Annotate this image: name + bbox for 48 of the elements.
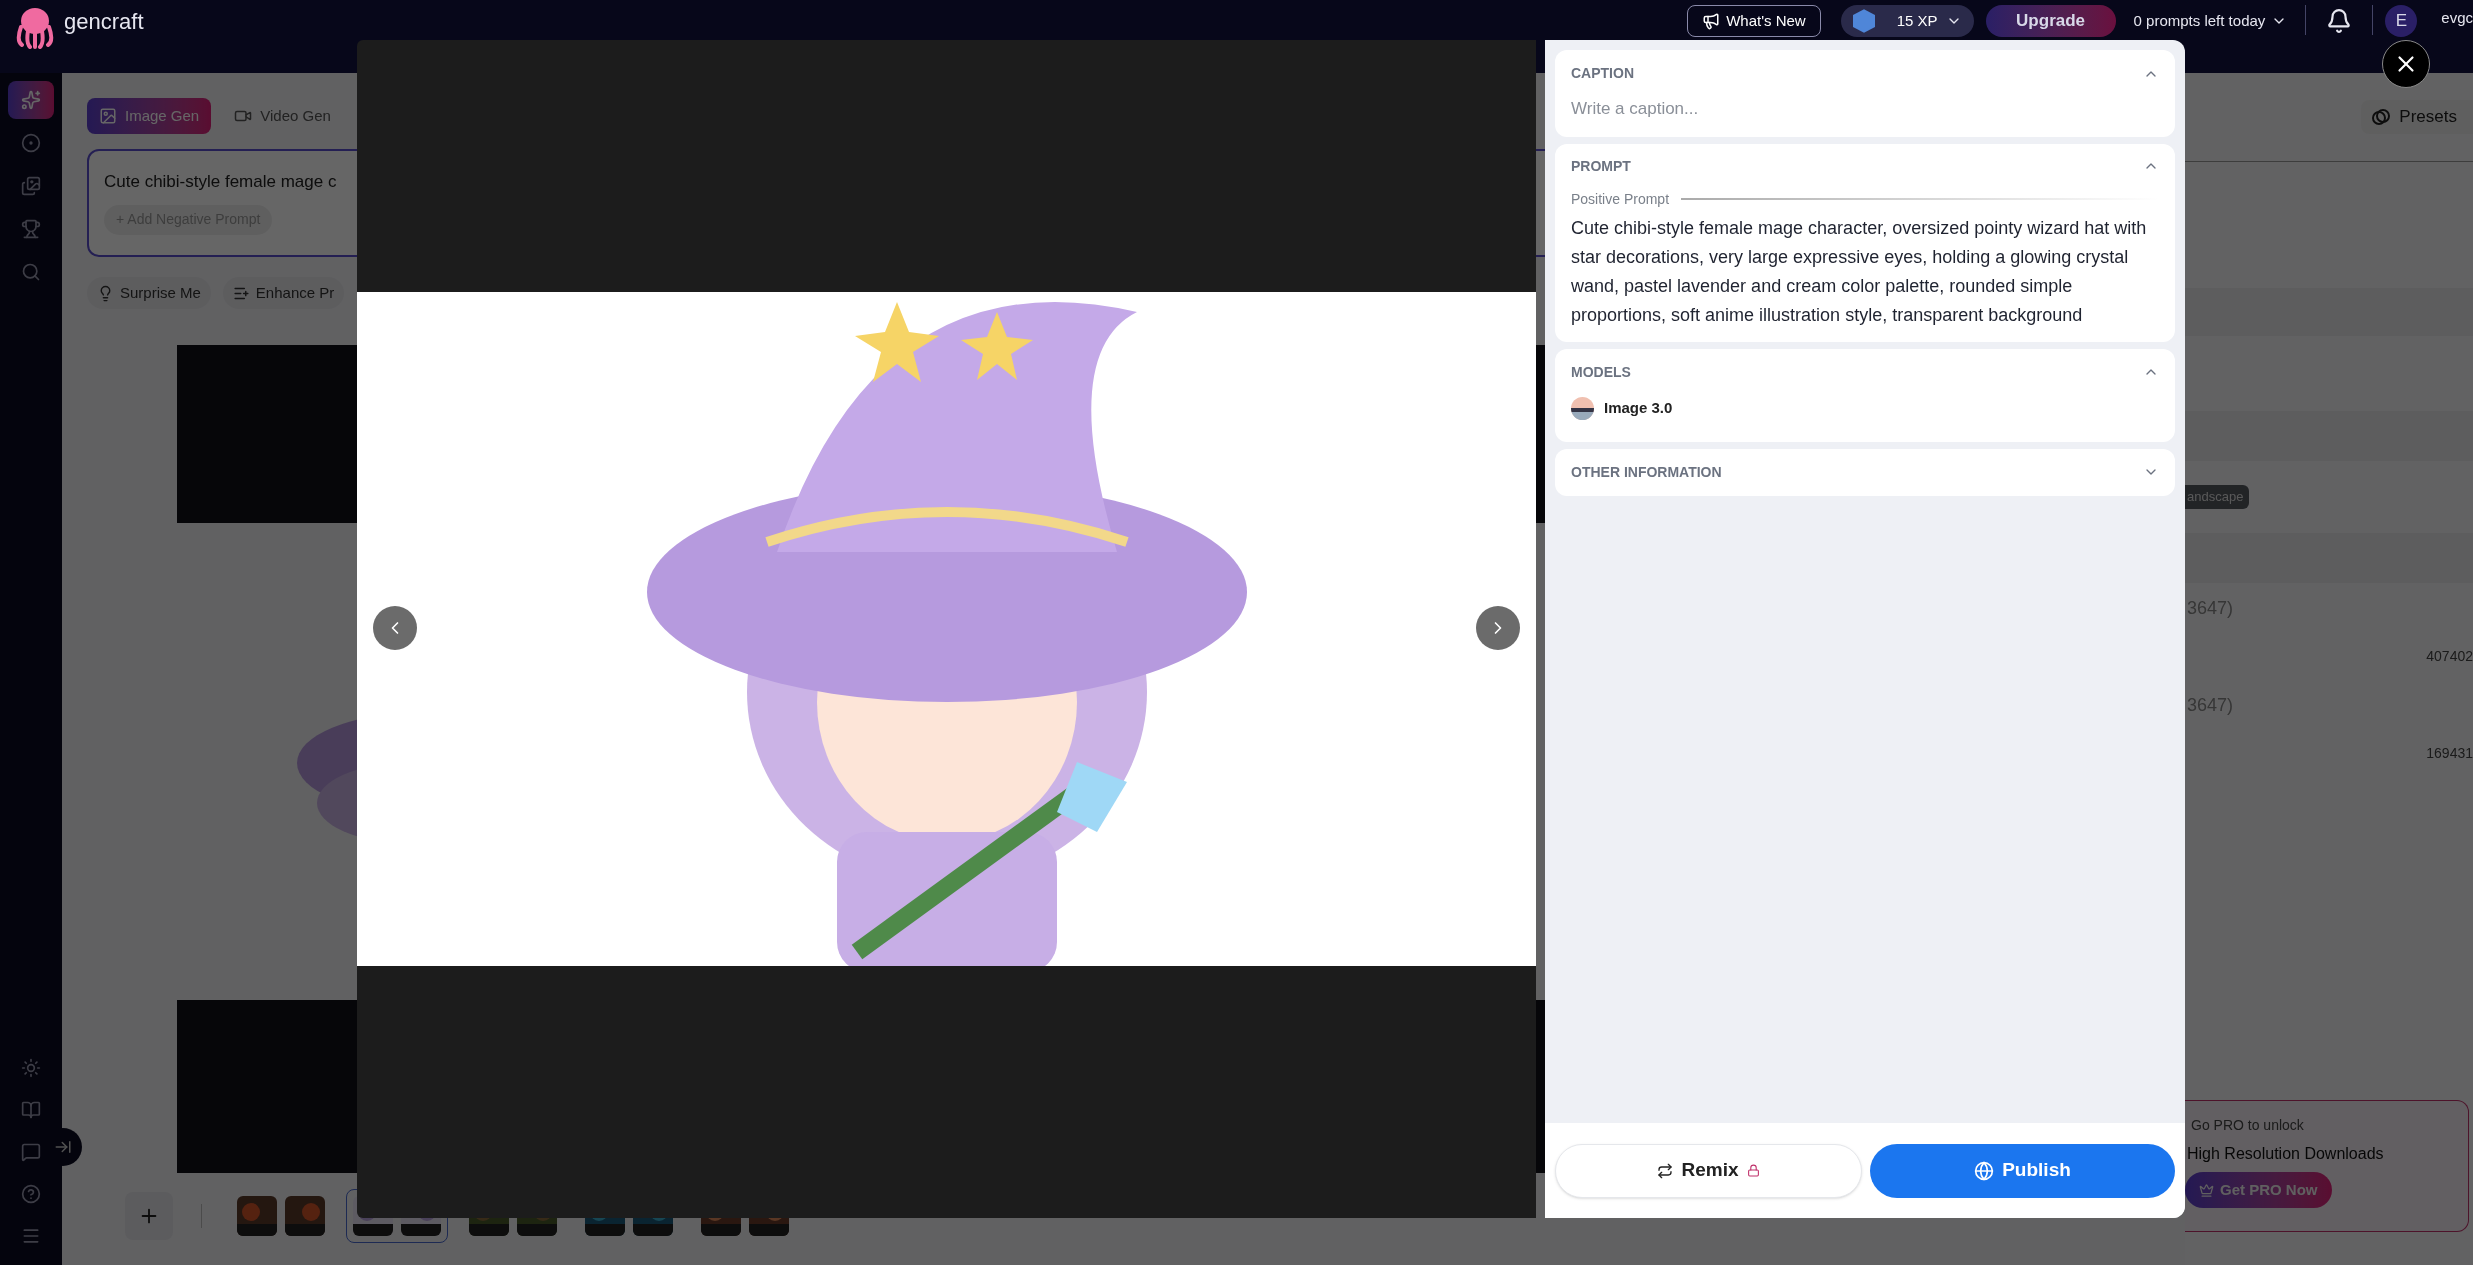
list-item-value: 407402 bbox=[2426, 647, 2473, 666]
prompt-subtitle: Positive Prompt bbox=[1571, 189, 1670, 209]
prompt-body: Cute chibi-style female mage character, oversized pointy wizard hat with star decorations, very large expressive eyes, holding a glowing crystal wand, pastel lavender and cream color palette, rounded simple proportions, soft anime illustration style, transparent background bbox=[1571, 216, 2148, 327]
search-icon bbox=[21, 262, 41, 282]
sparkles-icon bbox=[21, 90, 41, 110]
section-header[interactable]: PROMPT bbox=[1571, 155, 2159, 177]
prompts-left-dropdown[interactable]: 0 prompts left today bbox=[2127, 5, 2294, 37]
overlapping-circles-icon bbox=[2371, 107, 2392, 127]
username: evgc bbox=[2441, 8, 2473, 28]
menu-icon[interactable] bbox=[21, 1226, 41, 1246]
section-header[interactable]: CAPTION bbox=[1571, 63, 2159, 84]
whats-new-button[interactable]: What's New bbox=[1687, 5, 1821, 37]
images-icon bbox=[21, 176, 41, 196]
sun-icon[interactable] bbox=[21, 1058, 41, 1078]
chat-icon[interactable] bbox=[21, 1142, 41, 1162]
list-item-value: 169431 bbox=[2426, 744, 2473, 763]
circle-dot-icon bbox=[21, 133, 41, 153]
image-icon bbox=[99, 107, 117, 125]
promo-feature: High Resolution Downloads bbox=[2186, 1144, 2384, 1164]
add-button[interactable] bbox=[125, 1192, 173, 1240]
book-icon[interactable] bbox=[21, 1100, 41, 1120]
help-icon[interactable] bbox=[21, 1184, 41, 1204]
bell-icon[interactable] bbox=[2326, 8, 2353, 34]
megaphone-icon bbox=[1702, 12, 1721, 30]
section-header[interactable]: OTHER INFORMATION bbox=[1571, 461, 2159, 483]
mode-tab[interactable]: Video Gen bbox=[222, 98, 343, 134]
model-name: Image 3.0 bbox=[1604, 397, 1673, 418]
details-section[interactable]: CAPTION Write a caption... bbox=[1555, 50, 2175, 137]
section-header[interactable]: MODELS bbox=[1571, 361, 2159, 383]
trophy-icon bbox=[21, 219, 41, 239]
repeat-icon bbox=[1657, 1162, 1674, 1179]
presets-button[interactable]: Presets bbox=[2361, 100, 2473, 134]
crown-icon bbox=[2199, 1182, 2214, 1198]
logo-text: gencraft bbox=[64, 8, 144, 36]
sidebar-item[interactable] bbox=[8, 81, 54, 119]
arrow-to-line-icon bbox=[54, 1138, 72, 1156]
promo-text: Go PRO to unlock bbox=[2190, 1116, 2304, 1135]
publish-button[interactable]: Publish bbox=[1870, 1143, 2175, 1198]
globe-icon bbox=[1974, 1160, 1995, 1181]
upgrade-button[interactable]: Upgrade bbox=[1985, 5, 2116, 37]
avatar[interactable]: E bbox=[2385, 5, 2418, 37]
xp-button[interactable]: 15 XP bbox=[1840, 5, 1974, 37]
prompt-action-button[interactable]: Enhance Pr bbox=[222, 277, 345, 309]
hexagon-badge-icon bbox=[1852, 9, 1875, 33]
prompt-text: Cute chibi-style female mage c bbox=[104, 171, 337, 193]
remix-button[interactable]: Remix bbox=[1555, 1143, 1862, 1198]
prompt-action-button[interactable]: Surprise Me bbox=[87, 277, 211, 309]
mode-tab[interactable]: Image Gen bbox=[87, 98, 212, 134]
